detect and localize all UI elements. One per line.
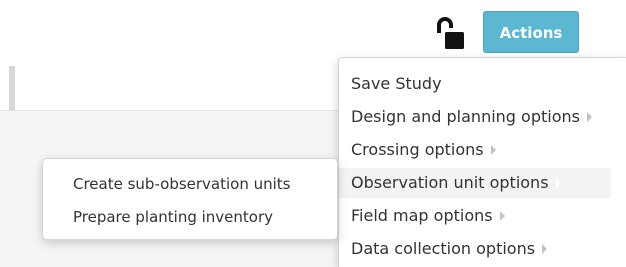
caret-right-icon	[555, 177, 561, 188]
menu-item-field-map-options[interactable]: Field map options	[351, 201, 505, 231]
menu-item-label: Save Study	[351, 74, 442, 93]
submenu-item-create-sub-observation-units[interactable]: Create sub-observation units	[73, 169, 291, 199]
caret-right-icon	[499, 210, 505, 221]
menu-item-label: Observation unit options	[351, 173, 549, 192]
unlocked-padlock-icon[interactable]	[433, 16, 469, 52]
caret-right-icon	[542, 243, 548, 254]
menu-item-save-study[interactable]: Save Study	[351, 69, 442, 99]
menu-item-label: Design and planning options	[351, 107, 580, 126]
menu-item-design-and-planning[interactable]: Design and planning options	[351, 102, 592, 132]
caret-right-icon	[586, 111, 592, 122]
observation-unit-submenu: Create sub-observation units Prepare pla…	[42, 158, 338, 240]
actions-dropdown-menu: Save Study Design and planning options C…	[338, 57, 626, 267]
menu-item-observation-unit-options[interactable]: Observation unit options	[339, 168, 611, 198]
menu-item-label: Field map options	[351, 206, 493, 225]
menu-item-crossing-options[interactable]: Crossing options	[351, 135, 496, 165]
panel-left-edge	[9, 66, 15, 110]
menu-item-label: Crossing options	[351, 140, 484, 159]
actions-button[interactable]: Actions	[483, 11, 579, 53]
menu-item-data-collection-options[interactable]: Data collection options	[351, 234, 548, 264]
submenu-item-prepare-planting-inventory[interactable]: Prepare planting inventory	[73, 202, 273, 232]
caret-right-icon	[490, 144, 496, 155]
menu-item-label: Data collection options	[351, 239, 536, 258]
